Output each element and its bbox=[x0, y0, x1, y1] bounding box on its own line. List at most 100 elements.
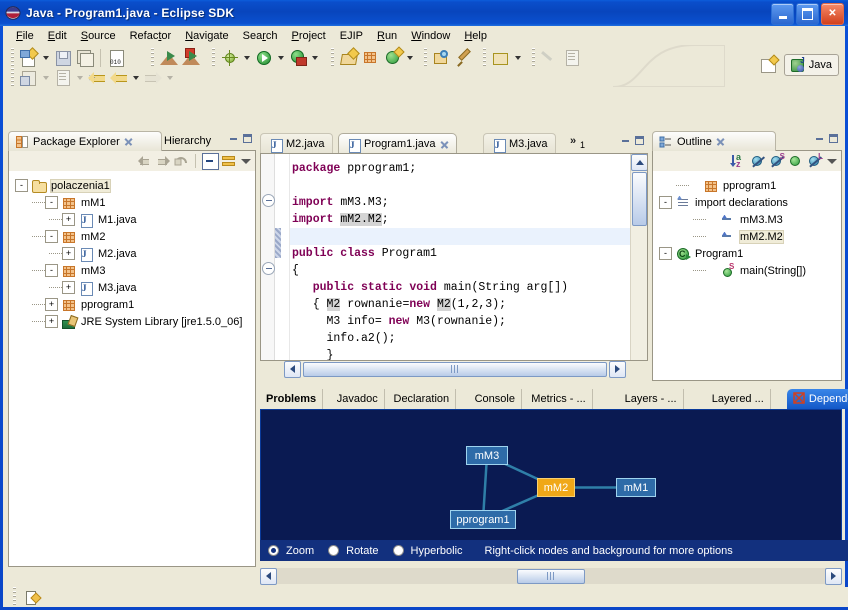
radio-rotate[interactable] bbox=[328, 545, 340, 556]
link-with-editor-icon[interactable] bbox=[221, 153, 237, 169]
graph-node-mM1[interactable]: mM1 bbox=[616, 478, 656, 497]
hscroll-thumb[interactable] bbox=[303, 361, 607, 377]
tree-row[interactable]: main(String[]) bbox=[659, 262, 841, 279]
view-menu-icon[interactable] bbox=[239, 155, 252, 168]
search-button[interactable] bbox=[431, 47, 453, 69]
menu-refactor[interactable]: Refactor bbox=[123, 28, 179, 44]
graph-node-pprogram1[interactable]: pprogram1 bbox=[450, 510, 516, 529]
new-type-dropdown-icon[interactable] bbox=[407, 56, 413, 60]
close-button[interactable]: ✕ bbox=[821, 3, 844, 25]
editor-vscrollbar[interactable] bbox=[630, 154, 647, 360]
back-navigate-button[interactable] bbox=[108, 67, 130, 87]
package-explorer-tree[interactable]: - polaczenia1 - mM1 + M1.java - mM2 + M2.java - mM3… bbox=[8, 171, 256, 567]
tab-hierarchy[interactable]: Hierarchy bbox=[158, 131, 217, 150]
tree-row[interactable]: + pprogram1 bbox=[15, 296, 255, 313]
scroll-right-button[interactable] bbox=[609, 360, 626, 378]
tree-row[interactable]: - mM1 bbox=[15, 194, 255, 211]
pin-button[interactable] bbox=[453, 47, 475, 69]
dependency-graph-canvas[interactable]: mM3 mM2 mM1 pprogram1 bbox=[260, 409, 842, 542]
run-dropdown-icon[interactable] bbox=[278, 56, 284, 60]
minimize-view-icon[interactable] bbox=[229, 134, 238, 143]
new-class-button[interactable] bbox=[382, 46, 405, 69]
outline-tree[interactable]: pprogram1 - import declarations mM3.M3 mM2.M… bbox=[652, 171, 842, 381]
tree-row[interactable]: pprogram1 bbox=[659, 177, 841, 194]
fold-marker-imports[interactable] bbox=[262, 194, 275, 207]
collapse-toggle[interactable]: - bbox=[45, 264, 58, 277]
minimize-view-icon[interactable] bbox=[621, 136, 630, 145]
editor-tab-program1[interactable]: Program1.java bbox=[338, 133, 457, 154]
editor-hscrollbar[interactable] bbox=[284, 360, 626, 378]
tree-row[interactable]: - Program1 bbox=[659, 245, 841, 262]
tree-row[interactable]: - polaczenia1 bbox=[15, 177, 255, 194]
forward-dropdown-icon[interactable] bbox=[167, 76, 173, 80]
new-dropdown-icon[interactable] bbox=[43, 56, 49, 60]
toolbar-grip-4[interactable] bbox=[331, 48, 334, 68]
folding-ruler[interactable] bbox=[261, 154, 275, 360]
expand-toggle[interactable]: + bbox=[62, 281, 75, 294]
save-all-button[interactable] bbox=[74, 47, 96, 69]
menu-window[interactable]: Window bbox=[404, 28, 457, 44]
tree-row[interactable]: + M1.java bbox=[15, 211, 255, 228]
menu-ejip[interactable]: EJIP bbox=[333, 28, 370, 44]
menu-source[interactable]: Source bbox=[74, 28, 123, 44]
scroll-left-button[interactable] bbox=[260, 567, 277, 585]
tree-row[interactable]: - mM2 bbox=[15, 228, 255, 245]
menu-file[interactable]: File bbox=[9, 28, 41, 44]
expand-toggle[interactable]: + bbox=[45, 315, 58, 328]
tree-row[interactable]: + M3.java bbox=[15, 279, 255, 296]
hide-fields-icon[interactable] bbox=[749, 153, 766, 170]
annotation-next-button[interactable] bbox=[561, 47, 583, 69]
vscroll-thumb[interactable] bbox=[631, 172, 647, 226]
toolbar-grip[interactable] bbox=[11, 48, 14, 68]
collapse-toggle[interactable]: - bbox=[45, 230, 58, 243]
debug-button[interactable] bbox=[219, 47, 241, 69]
tree-row[interactable]: + JRE System Library [jre1.5.0_06] bbox=[15, 313, 255, 330]
editor-overflow-icon[interactable]: » bbox=[570, 135, 576, 147]
annotation-prev-button[interactable] bbox=[539, 47, 561, 69]
build-all-button[interactable] bbox=[180, 47, 202, 69]
close-icon[interactable] bbox=[124, 137, 133, 146]
task-dropdown-icon[interactable] bbox=[43, 76, 49, 80]
tree-row[interactable]: + M2.java bbox=[15, 245, 255, 262]
menu-navigate[interactable]: Navigate bbox=[178, 28, 235, 44]
collapse-toggle[interactable]: - bbox=[659, 247, 672, 260]
bottom-tab-metrics[interactable]: Metrics - ... bbox=[525, 389, 593, 409]
tab-outline[interactable]: Outline bbox=[652, 131, 776, 151]
tree-row[interactable]: mM2.M2 bbox=[659, 228, 841, 245]
hide-local-types-icon[interactable]: L bbox=[806, 152, 823, 170]
forward-navigate-button[interactable] bbox=[142, 67, 164, 87]
toolbar-grip-2[interactable] bbox=[151, 48, 154, 68]
graph-node-mM3[interactable]: mM3 bbox=[466, 446, 508, 465]
tab-package-explorer[interactable]: Package Explorer bbox=[8, 131, 162, 151]
new-java-project-button[interactable] bbox=[338, 47, 360, 69]
fold-marker-method[interactable] bbox=[262, 262, 275, 275]
collapse-toggle[interactable]: - bbox=[15, 179, 28, 192]
toolbar-grip-7[interactable] bbox=[532, 48, 535, 68]
menu-search[interactable]: Search bbox=[236, 28, 285, 44]
expand-toggle[interactable]: + bbox=[62, 247, 75, 260]
bottom-tab-layered[interactable]: Layered ... bbox=[706, 389, 771, 409]
bottom-tab-javadoc[interactable]: Javadoc bbox=[331, 389, 385, 409]
menu-project[interactable]: Project bbox=[285, 28, 333, 44]
sort-icon[interactable] bbox=[730, 152, 747, 170]
expand-toggle[interactable]: + bbox=[45, 298, 58, 311]
open-type-button[interactable] bbox=[490, 47, 512, 69]
back-icon[interactable] bbox=[137, 153, 153, 169]
radio-zoom[interactable] bbox=[268, 545, 279, 556]
close-icon[interactable] bbox=[716, 137, 725, 146]
toolbar-grip-3[interactable] bbox=[212, 48, 215, 68]
collapse-all-icon[interactable] bbox=[202, 152, 219, 170]
toolbar-grip-5[interactable] bbox=[424, 48, 427, 68]
expand-toggle[interactable]: + bbox=[62, 213, 75, 226]
bottom-tab-console[interactable]: Console bbox=[469, 389, 522, 409]
menu-edit[interactable]: Edit bbox=[41, 28, 74, 44]
hide-nonpublic-icon[interactable] bbox=[787, 153, 804, 170]
radio-hyperbolic[interactable] bbox=[392, 545, 404, 556]
open-type-dropdown-icon[interactable] bbox=[515, 56, 521, 60]
editor-tab-m2[interactable]: M2.java bbox=[260, 133, 333, 154]
bottom-tab-problems[interactable]: Problems bbox=[260, 389, 324, 409]
up-icon[interactable] bbox=[173, 153, 189, 169]
run-button[interactable] bbox=[253, 47, 275, 69]
bottom-tab-layers[interactable]: Layers - ... bbox=[619, 389, 684, 409]
forward-icon[interactable] bbox=[155, 153, 171, 169]
